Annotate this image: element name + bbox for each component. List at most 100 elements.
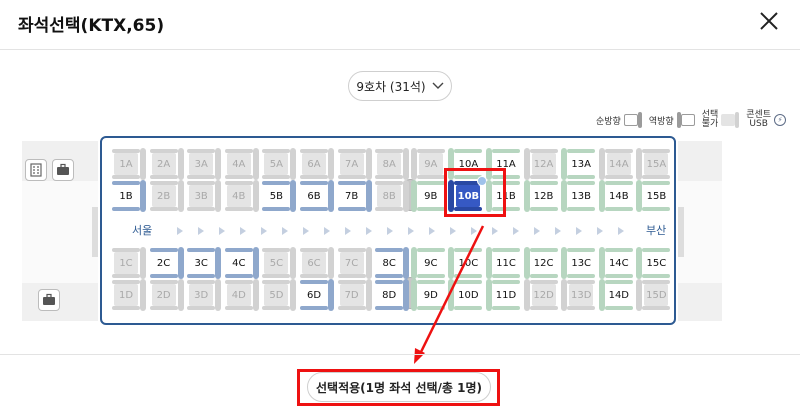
seat-12D: 12D <box>523 279 560 311</box>
direction-arrow-icon <box>555 227 561 235</box>
seat-15C[interactable]: 15C <box>636 247 672 279</box>
seat-label: 7D <box>339 284 364 306</box>
seat-9D[interactable]: 9D <box>410 279 447 311</box>
seat-1B[interactable]: 1B <box>110 180 146 212</box>
seat-legend: 순방향 역방향 선택 불가 콘센트 USB ⚡ <box>596 108 789 132</box>
seat-7C: 7C <box>336 247 372 279</box>
car-select-dropdown[interactable]: 9호차 (31석) <box>348 71 452 101</box>
seat-label: 3A <box>189 153 214 175</box>
seat-8A: 8A <box>373 148 410 180</box>
seat-9B[interactable]: 9B <box>410 180 447 212</box>
seat-1A: 1A <box>110 148 146 180</box>
seat-9C[interactable]: 9C <box>410 247 447 279</box>
seat-6B[interactable]: 6B <box>298 180 334 212</box>
seat-12B[interactable]: 12B <box>523 180 560 212</box>
seat-13B[interactable]: 13B <box>561 180 597 212</box>
usb-outlet-icon: ⚡ <box>774 114 787 126</box>
seat-11D[interactable]: 11D <box>486 279 522 311</box>
seat-label: 1C <box>114 252 138 274</box>
seat-5B[interactable]: 5B <box>260 180 297 212</box>
seat-9A: 9A <box>410 148 447 180</box>
close-icon[interactable] <box>758 10 780 32</box>
arrival-label: 부산 <box>646 224 667 237</box>
seat-2C[interactable]: 2C <box>148 247 184 279</box>
car-vestibule-left <box>22 141 98 321</box>
seat-label: 12D <box>531 284 556 306</box>
seat-label: 14C <box>606 252 631 274</box>
seat-label: 2A <box>151 153 176 175</box>
seat-label: 9A <box>418 153 443 175</box>
seat-1C: 1C <box>110 247 146 279</box>
seat-label: 15A <box>644 153 669 175</box>
seat-13C[interactable]: 13C <box>561 247 597 279</box>
seat-label: 15C <box>644 252 669 274</box>
seat-label: 12B <box>531 185 556 207</box>
legend-reverse-label: 역방향 <box>648 116 674 127</box>
seat-label: 9D <box>418 284 443 306</box>
seat-7A: 7A <box>336 148 372 180</box>
seat-8C[interactable]: 8C <box>373 247 410 279</box>
seat-11C[interactable]: 11C <box>486 247 522 279</box>
seat-10D[interactable]: 10D <box>448 279 484 311</box>
seat-label: 5C <box>264 252 289 274</box>
direction-arrow-icon <box>471 227 477 235</box>
seat-label: 13D <box>569 284 594 306</box>
direction-arrow-icon <box>429 227 435 235</box>
seat-14D[interactable]: 14D <box>598 279 635 311</box>
seat-label: 6C <box>302 252 326 274</box>
seat-label: 2D <box>151 284 176 306</box>
departure-label: 서울 <box>132 224 153 237</box>
seat-8D[interactable]: 8D <box>373 279 410 311</box>
seat-label: 12C <box>531 252 556 274</box>
seat-13A[interactable]: 13A <box>561 148 597 180</box>
direction-arrow-icon <box>282 227 288 235</box>
legend-unavailable: 선택 불가 <box>702 111 740 129</box>
selected-seat-highlight <box>444 168 506 217</box>
seat-label: 9C <box>418 252 443 274</box>
seat-6D[interactable]: 6D <box>298 279 334 311</box>
seat-label: 1D <box>114 284 138 306</box>
direction-arrow-icon <box>366 227 372 235</box>
seat-label: 11D <box>494 284 518 306</box>
direction-arrow-icon <box>324 227 330 235</box>
seat-label: 13B <box>569 185 594 207</box>
seat-label: 6D <box>302 284 326 306</box>
seat-label: 10C <box>456 252 481 274</box>
seat-label: 4A <box>226 153 251 175</box>
direction-arrow-icon <box>177 227 183 235</box>
aisle: 서울 부산 <box>102 224 678 238</box>
direction-arrow-icon <box>408 227 414 235</box>
dialog-header: 좌석선택(KTX,65) <box>0 0 800 50</box>
seat-label: 14B <box>606 185 631 207</box>
car-select-label: 9호차 (31석) <box>356 79 426 94</box>
seat-label: 5D <box>264 284 289 306</box>
seat-14B[interactable]: 14B <box>598 180 635 212</box>
luggage-icon <box>52 159 74 181</box>
seat-2A: 2A <box>148 148 184 180</box>
seat-label: 7B <box>339 185 364 207</box>
seat-8B: 8B <box>373 180 410 212</box>
seat-label: 12A <box>531 153 556 175</box>
seat-label: 5B <box>264 185 289 207</box>
seat-label: 5A <box>264 153 289 175</box>
seat-label: 15B <box>644 185 669 207</box>
legend-reverse: 역방향 <box>649 112 695 128</box>
seat-label: 13A <box>569 153 594 175</box>
seat-4C[interactable]: 4C <box>223 247 259 279</box>
seat-10C[interactable]: 10C <box>448 247 484 279</box>
direction-arrow-icon <box>534 227 540 235</box>
seat-14C[interactable]: 14C <box>598 247 635 279</box>
direction-arrow-icon <box>219 227 225 235</box>
seat-label: 3B <box>189 185 214 207</box>
seat-7B[interactable]: 7B <box>336 180 372 212</box>
seat-15B[interactable]: 15B <box>636 180 672 212</box>
seat-12C[interactable]: 12C <box>523 247 560 279</box>
legend-usb-line2: USB <box>749 119 768 129</box>
direction-arrow-icon <box>345 227 351 235</box>
seat-label: 3C <box>189 252 214 274</box>
seat-2D: 2D <box>148 279 184 311</box>
seat-5D: 5D <box>260 279 297 311</box>
luggage-icon <box>38 289 60 311</box>
apply-selection-button[interactable]: 선택적용(1명 좌석 선택/총 1명) <box>307 372 491 402</box>
seat-3C[interactable]: 3C <box>185 247 222 279</box>
